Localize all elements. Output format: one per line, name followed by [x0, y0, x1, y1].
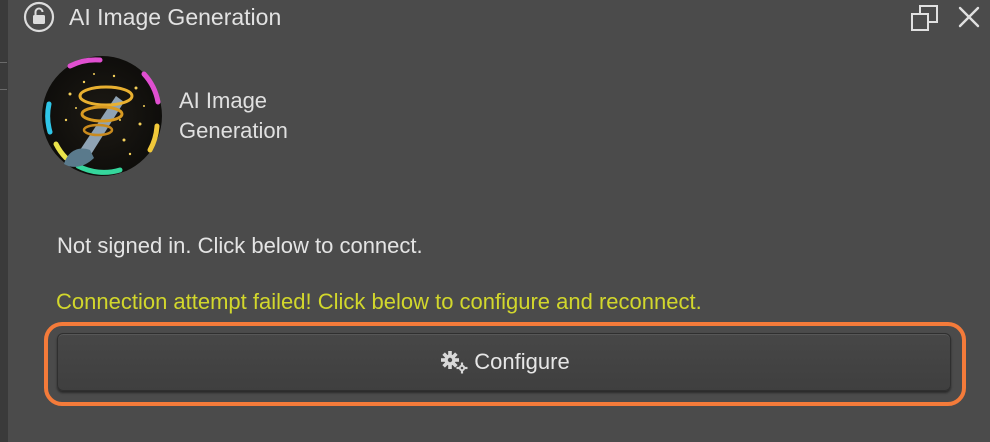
float-window-icon[interactable]: [910, 3, 940, 33]
plugin-name-line2: Generation: [179, 118, 288, 143]
title-bar: AI Image Generation: [8, 0, 990, 36]
sign-in-status: Not signed in. Click below to connect.: [57, 233, 423, 258]
window-title: AI Image Generation: [69, 4, 282, 30]
plugin-name: AI Image Generation: [179, 86, 379, 146]
configure-button[interactable]: Configure: [57, 333, 951, 391]
connection-error-message: Connection attempt failed! Click below t…: [56, 289, 702, 314]
configure-button-label: Configure: [474, 349, 570, 374]
lock-icon[interactable]: [23, 1, 55, 33]
close-icon[interactable]: [956, 4, 982, 30]
gear-icon: [441, 351, 468, 374]
plugin-name-line1: AI Image: [179, 88, 268, 113]
configure-button-content: Configure: [58, 334, 950, 390]
plugin-logo: [42, 56, 162, 176]
left-edge-handle[interactable]: [0, 62, 7, 90]
docker-panel: AI Image Generation AI Image Generation …: [8, 0, 990, 442]
